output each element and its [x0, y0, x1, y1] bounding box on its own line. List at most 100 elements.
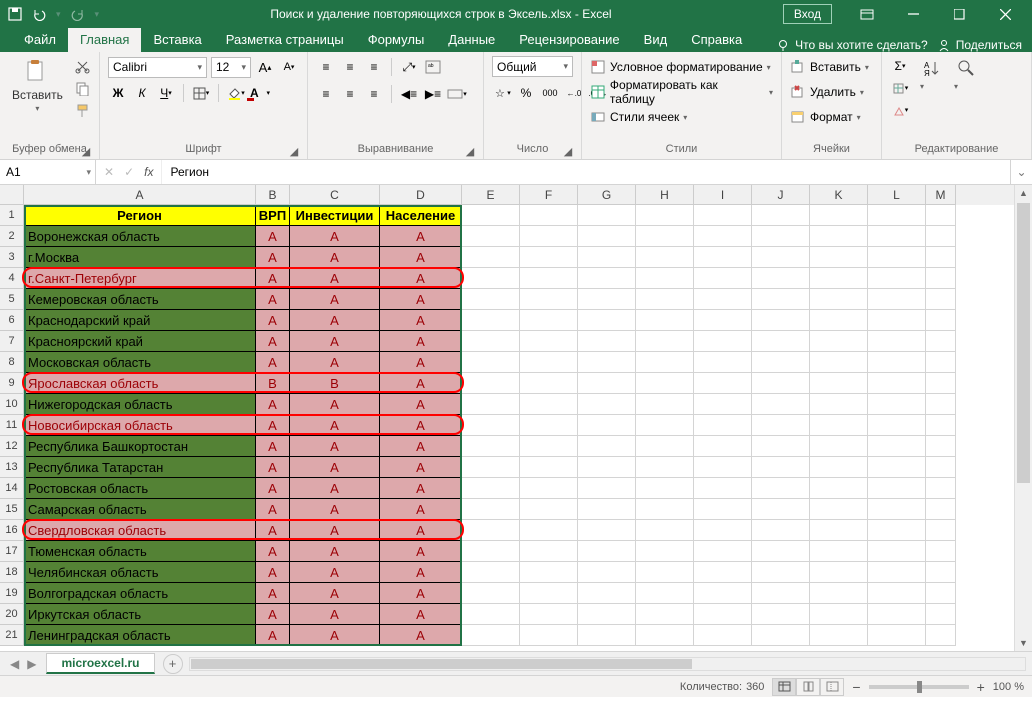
cell[interactable] [926, 478, 956, 499]
cell[interactable] [810, 457, 868, 478]
cell[interactable] [752, 268, 810, 289]
cell[interactable] [868, 520, 926, 541]
cell[interactable] [810, 205, 868, 226]
normal-view-icon[interactable] [772, 678, 796, 696]
zoom-level[interactable]: 100 % [993, 681, 1024, 693]
cell[interactable] [810, 247, 868, 268]
fill-icon[interactable]: ▾ [890, 78, 910, 98]
cell[interactable] [462, 373, 520, 394]
value-cell[interactable]: A [290, 541, 380, 562]
cell[interactable] [810, 394, 868, 415]
cell[interactable] [868, 331, 926, 352]
cell[interactable] [752, 436, 810, 457]
cell[interactable] [578, 415, 636, 436]
value-cell[interactable]: A [256, 310, 290, 331]
cell[interactable] [636, 289, 694, 310]
value-cell[interactable]: A [256, 268, 290, 289]
row-header[interactable]: 1 [0, 205, 24, 226]
format-as-table-button[interactable]: Форматировать как таблицу▾ [590, 81, 773, 103]
redo-icon[interactable] [71, 7, 85, 21]
cell[interactable] [694, 289, 752, 310]
row-header[interactable]: 21 [0, 625, 24, 646]
cell[interactable] [868, 562, 926, 583]
launcher-icon[interactable]: ◢ [563, 145, 573, 155]
cell[interactable] [636, 604, 694, 625]
cell[interactable] [578, 604, 636, 625]
value-cell[interactable]: A [256, 226, 290, 247]
fx-icon[interactable]: fx [144, 165, 153, 179]
value-cell[interactable]: A [380, 499, 462, 520]
tab-главная[interactable]: Главная [68, 28, 141, 52]
cell[interactable] [462, 478, 520, 499]
cell[interactable] [868, 604, 926, 625]
zoom-out-icon[interactable]: − [852, 679, 860, 695]
value-cell[interactable]: A [380, 415, 462, 436]
cell[interactable] [926, 499, 956, 520]
cell[interactable] [868, 247, 926, 268]
cell[interactable] [926, 205, 956, 226]
cell[interactable] [752, 562, 810, 583]
row-header[interactable]: 15 [0, 499, 24, 520]
value-cell[interactable]: A [380, 478, 462, 499]
cell[interactable] [578, 289, 636, 310]
value-cell[interactable]: A [256, 457, 290, 478]
value-cell[interactable]: A [290, 457, 380, 478]
cell[interactable] [636, 247, 694, 268]
header-cell[interactable]: Инвестиции [290, 205, 380, 226]
minimize-icon[interactable] [892, 0, 934, 28]
hscroll-thumb[interactable] [191, 659, 692, 669]
value-cell[interactable]: A [290, 268, 380, 289]
cell[interactable] [926, 247, 956, 268]
value-cell[interactable]: A [256, 625, 290, 646]
borders-icon[interactable]: ▾ [191, 83, 211, 103]
delete-cells-button[interactable]: Удалить▾ [790, 81, 864, 103]
value-cell[interactable]: B [290, 373, 380, 394]
cell[interactable] [752, 625, 810, 646]
cell[interactable] [520, 604, 578, 625]
cell[interactable] [462, 520, 520, 541]
cell[interactable] [926, 520, 956, 541]
horizontal-scrollbar[interactable] [189, 657, 1026, 671]
cell[interactable] [578, 394, 636, 415]
cut-icon[interactable] [73, 56, 93, 76]
cell[interactable] [578, 583, 636, 604]
col-header[interactable]: E [462, 185, 520, 205]
row-header[interactable]: 5 [0, 289, 24, 310]
cell[interactable] [752, 520, 810, 541]
col-header[interactable]: B [256, 185, 290, 205]
cell[interactable] [868, 541, 926, 562]
cell[interactable] [462, 583, 520, 604]
col-header[interactable]: A [24, 185, 256, 205]
cell[interactable] [636, 583, 694, 604]
cell[interactable] [520, 625, 578, 646]
row-header[interactable]: 3 [0, 247, 24, 268]
cell[interactable] [520, 499, 578, 520]
value-cell[interactable]: A [290, 625, 380, 646]
cell[interactable] [694, 268, 752, 289]
cell[interactable] [926, 268, 956, 289]
zoom-slider[interactable] [869, 685, 969, 689]
cell[interactable] [636, 373, 694, 394]
region-cell[interactable]: Иркутская область [24, 604, 256, 625]
row-header[interactable]: 9 [0, 373, 24, 394]
sheet-nav[interactable]: ◀▶ [0, 657, 46, 671]
cell[interactable] [578, 310, 636, 331]
cell[interactable] [752, 604, 810, 625]
cells-area[interactable]: РегионВРПИнвестицииНаселениеВоронежская … [24, 205, 1014, 651]
header-cell[interactable]: ВРП [256, 205, 290, 226]
cell[interactable] [636, 625, 694, 646]
value-cell[interactable]: A [256, 562, 290, 583]
cell[interactable] [752, 226, 810, 247]
cell[interactable] [578, 541, 636, 562]
undo-dropdown-icon[interactable]: ▾ [56, 9, 61, 20]
cell[interactable] [926, 562, 956, 583]
value-cell[interactable]: A [290, 499, 380, 520]
cell[interactable] [810, 373, 868, 394]
bold-icon[interactable]: Ж [108, 83, 128, 103]
region-cell[interactable]: г.Москва [24, 247, 256, 268]
header-cell[interactable]: Регион [24, 205, 256, 226]
launcher-icon[interactable]: ◢ [465, 145, 475, 155]
cell[interactable] [694, 625, 752, 646]
cell[interactable] [636, 352, 694, 373]
conditional-formatting-button[interactable]: Условное форматирование▾ [590, 56, 771, 78]
